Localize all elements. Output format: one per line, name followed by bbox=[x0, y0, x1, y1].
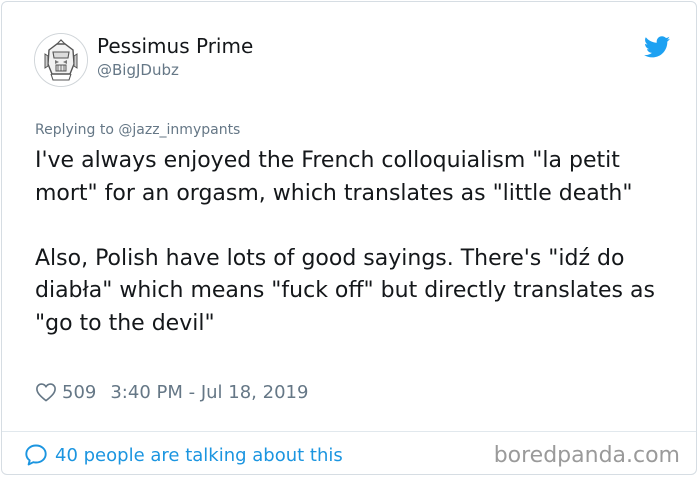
display-name[interactable]: Pessimus Prime bbox=[97, 34, 253, 58]
divider bbox=[2, 431, 696, 432]
tweet-paragraph: I've always enjoyed the French colloquia… bbox=[35, 148, 633, 206]
conversation-link[interactable]: 40 people are talking about this bbox=[24, 442, 343, 468]
speech-bubble-icon bbox=[25, 444, 47, 466]
tweet-text: I've always enjoyed the French colloquia… bbox=[35, 145, 675, 340]
twitter-bird-icon[interactable] bbox=[644, 36, 670, 58]
watermark: boredpanda.com bbox=[493, 443, 680, 468]
tweet-paragraph: Also, Polish have lots of good sayings. … bbox=[35, 245, 655, 336]
timestamp[interactable]: 3:40 PM - Jul 18, 2019 bbox=[110, 382, 308, 403]
avatar[interactable] bbox=[34, 33, 88, 87]
robot-helmet-icon bbox=[35, 34, 87, 86]
tweet-meta: 509 3:40 PM - Jul 18, 2019 bbox=[35, 379, 308, 405]
account-handle[interactable]: @BigJDubz bbox=[97, 61, 179, 79]
tweet-card: Pessimus Prime @BigJDubz Replying to @ja… bbox=[1, 1, 697, 475]
replying-to[interactable]: Replying to @jazz_inmypants bbox=[35, 122, 240, 138]
heart-icon[interactable] bbox=[35, 382, 57, 402]
like-count[interactable]: 509 bbox=[62, 382, 96, 403]
conversation-label: 40 people are talking about this bbox=[55, 444, 343, 466]
